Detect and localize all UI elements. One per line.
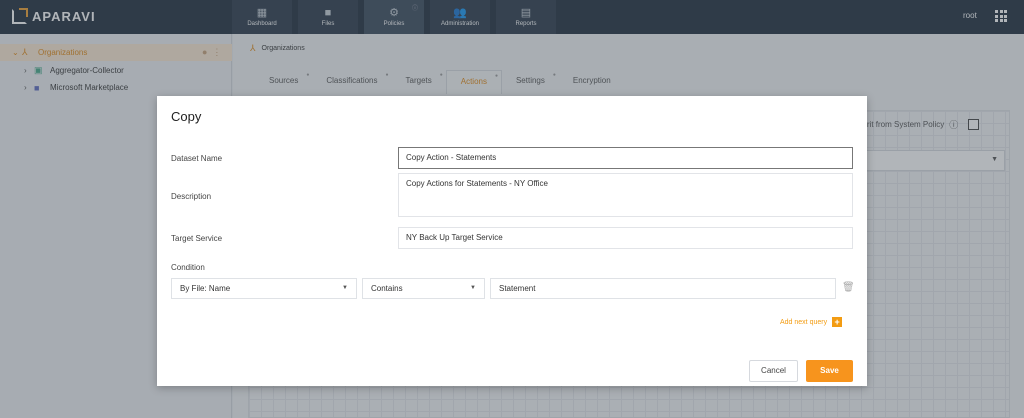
description-label: Description xyxy=(171,192,212,201)
dataset-name-input[interactable]: Copy Action - Statements xyxy=(398,147,853,169)
add-next-query-label: Add next query xyxy=(780,318,828,326)
condition-label: Condition xyxy=(171,263,205,272)
select-value: By File: Name xyxy=(180,284,231,293)
save-button[interactable]: Save xyxy=(806,360,853,382)
target-service-input[interactable]: NY Back Up Target Service xyxy=(398,227,853,249)
add-next-query-link[interactable]: Add next query + xyxy=(780,317,843,327)
select-value: Contains xyxy=(371,284,403,293)
target-service-label: Target Service xyxy=(171,234,223,243)
chevron-down-icon: ▼ xyxy=(342,285,348,291)
condition-field-select[interactable]: By File: Name ▼ xyxy=(171,278,357,299)
input-value: Statement xyxy=(499,284,536,293)
condition-value-input[interactable]: Statement xyxy=(490,278,836,299)
dialog-title: Copy xyxy=(171,109,202,124)
copy-dialog: Copy Dataset Name Copy Action - Statemen… xyxy=(157,96,867,386)
trash-icon[interactable]: 🗑 xyxy=(842,282,855,293)
plus-icon: + xyxy=(832,317,843,327)
condition-operator-select[interactable]: Contains ▼ xyxy=(362,278,485,299)
chevron-down-icon: ▼ xyxy=(470,285,476,291)
cancel-button[interactable]: Cancel xyxy=(749,360,798,382)
description-textarea[interactable]: Copy Actions for Statements - NY Office xyxy=(398,173,853,217)
dataset-name-label: Dataset Name xyxy=(171,154,223,163)
